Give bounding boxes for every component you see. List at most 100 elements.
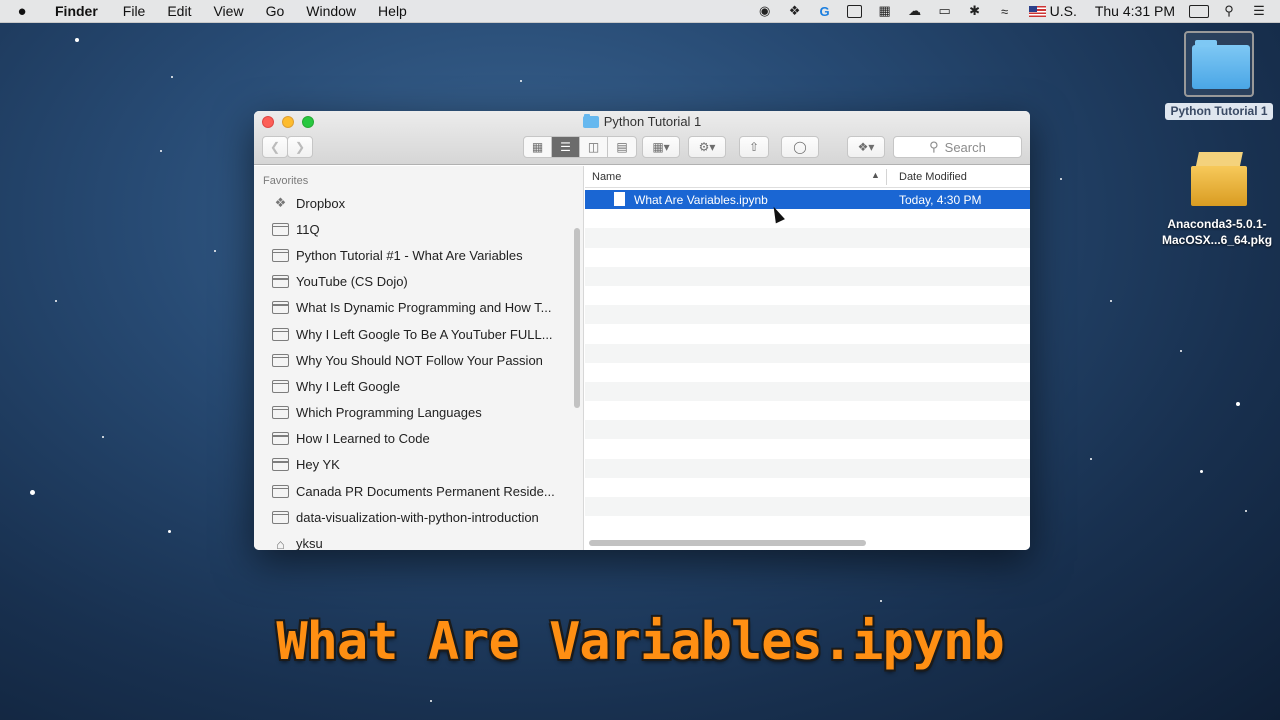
cover-flow-icon[interactable]: ▤ [608, 137, 636, 157]
folder-icon [272, 353, 289, 367]
empty-row [585, 439, 1030, 458]
empty-row [585, 401, 1030, 420]
sidebar-item-hey-yk[interactable]: Hey YK [254, 452, 583, 478]
sidebar-item-11q[interactable]: 11Q [254, 216, 583, 242]
empty-row [585, 420, 1030, 440]
empty-row [585, 248, 1030, 267]
sidebar-item-python-tutorial[interactable]: Python Tutorial #1 - What Are Variables [254, 242, 583, 268]
sidebar-item-label: Dropbox [296, 195, 346, 211]
video-caption: What Are Variables.ipynb [276, 612, 1004, 672]
folder-icon [272, 301, 289, 315]
bluetooth-icon[interactable]: ✱ [960, 0, 990, 23]
icon-view-icon[interactable]: ▦ [524, 137, 552, 157]
sidebar-item-home[interactable]: ⌂ yksu [254, 530, 583, 550]
sidebar-item-dropbox[interactable]: ❖ Dropbox [254, 190, 583, 216]
sidebar-item-languages[interactable]: Which Programming Languages [254, 400, 583, 426]
forward-button[interactable]: ❯ [287, 136, 313, 158]
empty-row [585, 305, 1030, 325]
list-view-icon[interactable]: ☰ [552, 137, 580, 157]
sidebar-item-passion[interactable]: Why You Should NOT Follow Your Passion [254, 347, 583, 373]
arrange-button[interactable]: ▦▾ [642, 136, 680, 158]
battery-icon[interactable] [1184, 0, 1214, 23]
menu-go[interactable]: Go [255, 3, 296, 19]
action-gear-button[interactable]: ⚙▾ [688, 136, 726, 158]
sidebar-item-label: Why You Should NOT Follow Your Passion [296, 352, 543, 368]
grid-icon[interactable]: ▦ [870, 0, 900, 23]
sidebar-item-data-visualization[interactable]: data-visualization-with-python-introduct… [254, 504, 583, 530]
sidebar-item-dynamic-programming[interactable]: What Is Dynamic Programming and How T... [254, 295, 583, 321]
column-view-icon[interactable]: ◫ [580, 137, 608, 157]
apple-menu-icon[interactable]: ● [0, 3, 44, 20]
menu-edit[interactable]: Edit [156, 3, 202, 19]
file-list: Name ▲ Date Modified What Are Variables.… [585, 166, 1030, 550]
sidebar-item-label: How I Learned to Code [296, 431, 430, 447]
desktop-folder-label[interactable]: Python Tutorial 1 [1165, 103, 1273, 120]
column-name-header[interactable]: Name [592, 171, 621, 183]
sidebar-item-canada-pr[interactable]: Canada PR Documents Permanent Reside... [254, 478, 583, 504]
file-row[interactable]: What Are Variables.ipynb Today, 4:30 PM [585, 190, 1030, 210]
menu-finder[interactable]: Finder [44, 3, 112, 19]
sidebar-item-label: YouTube (CS Dojo) [296, 274, 408, 290]
folder-icon [272, 248, 289, 262]
sidebar-item-label: What Is Dynamic Programming and How T... [296, 300, 552, 316]
search-placeholder: Search [944, 139, 986, 155]
package-icon[interactable] [1189, 150, 1249, 210]
desktop-pkg-label[interactable]: Anaconda3-5.0.1-MacOSX...6_64.pkg [1154, 216, 1280, 248]
finder-window: Python Tutorial 1 ❮ ❯ ▦ ☰ ◫ ▤ ▦▾ ⚙▾ ⇧ ◯ … [254, 111, 1030, 550]
window-title-text: Python Tutorial 1 [603, 114, 702, 129]
desktop-folder-icon[interactable] [1184, 31, 1254, 97]
home-icon: ⌂ [276, 535, 285, 550]
sidebar-item-label: 11Q [296, 221, 320, 237]
cloud-upload-icon[interactable]: ☁ [900, 0, 930, 23]
menu-window[interactable]: Window [295, 3, 367, 19]
g-icon[interactable]: G [810, 0, 840, 23]
empty-row [585, 228, 1030, 248]
airplay-icon[interactable]: ▭ [930, 0, 960, 23]
spotlight-search-icon[interactable]: ⚲ [1214, 0, 1244, 23]
notification-center-icon[interactable]: ☰ [1244, 0, 1274, 23]
input-source-label: U.S. [1049, 3, 1077, 19]
menu-help[interactable]: Help [367, 3, 418, 19]
empty-row [585, 497, 1030, 517]
input-source[interactable]: U.S. [1020, 3, 1086, 19]
sidebar-scrollbar[interactable] [574, 228, 580, 408]
sidebar-item-label: data-visualization-with-python-introduct… [296, 509, 539, 525]
sidebar-item-left-google-youtuber[interactable]: Why I Left Google To Be A YouTuber FULL.… [254, 321, 583, 347]
empty-row [585, 458, 1030, 478]
column-date-header[interactable]: Date Modified [899, 171, 967, 183]
folder-icon [272, 275, 289, 289]
tags-button[interactable]: ◯ [781, 136, 819, 158]
folder-icon [272, 222, 289, 236]
menu-view[interactable]: View [202, 3, 254, 19]
search-icon: ⚲ [929, 139, 939, 154]
sidebar: Favorites ❖ Dropbox 11Q Python Tutorial #… [254, 166, 584, 550]
folder-icon [272, 327, 289, 341]
wifi-icon[interactable]: ≈ [990, 0, 1020, 23]
dropbox-toolbar-button[interactable]: ❖▾ [847, 136, 885, 158]
file-date: Today, 4:30 PM [899, 193, 982, 207]
folder-icon [272, 406, 289, 420]
dropbox-icon[interactable]: ❖ [780, 0, 810, 23]
sidebar-item-label: Why I Left Google [296, 378, 401, 394]
menu-file[interactable]: File [112, 3, 157, 19]
sidebar-item-label: Canada PR Documents Permanent Reside... [296, 483, 555, 499]
sidebar-item-left-google[interactable]: Why I Left Google [254, 373, 583, 399]
menubar-clock[interactable]: Thu 4:31 PM [1086, 3, 1184, 19]
sidebar-item-youtube[interactable]: YouTube (CS Dojo) [254, 269, 583, 295]
sidebar-item-learned-to-code[interactable]: How I Learned to Code [254, 426, 583, 452]
back-button[interactable]: ❮ [262, 136, 288, 158]
empty-row [585, 266, 1030, 286]
window-titlebar[interactable]: Python Tutorial 1 ❮ ❯ ▦ ☰ ◫ ▤ ▦▾ ⚙▾ ⇧ ◯ … [254, 111, 1030, 165]
record-icon[interactable]: ◉ [750, 0, 780, 23]
folder-icon [272, 379, 289, 393]
folder-icon [272, 484, 289, 498]
empty-row [585, 516, 1030, 535]
share-button[interactable]: ⇧ [739, 136, 769, 158]
dropbox-icon: ❖ [274, 195, 287, 211]
empty-row [585, 286, 1030, 305]
folder-icon [582, 113, 599, 128]
sidebar-item-label: Python Tutorial #1 - What Are Variables [296, 247, 523, 263]
horizontal-scrollbar[interactable] [589, 540, 866, 546]
search-field[interactable]: ⚲ Search [893, 136, 1022, 158]
monitor-icon[interactable] [840, 0, 870, 23]
